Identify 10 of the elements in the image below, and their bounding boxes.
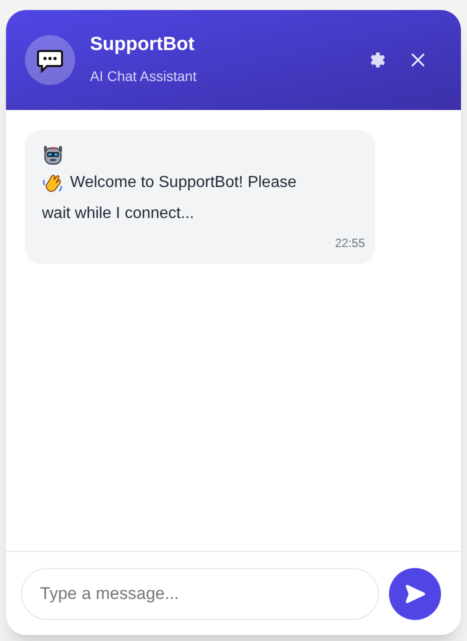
send-button[interactable] bbox=[389, 568, 441, 620]
send-icon bbox=[404, 582, 426, 604]
message-text: Welcome to SupportBot! Please bbox=[70, 172, 296, 192]
bot-subtitle: AI Chat Assistant bbox=[90, 67, 198, 86]
bot-name: SupportBot bbox=[90, 32, 196, 56]
waving-hand-icon bbox=[42, 172, 64, 194]
message-text: wait while I connect... bbox=[42, 204, 194, 224]
message-time: 22:55 bbox=[334, 235, 365, 252]
message-input[interactable]: Type a message... bbox=[21, 568, 379, 620]
robot-icon bbox=[42, 144, 64, 166]
